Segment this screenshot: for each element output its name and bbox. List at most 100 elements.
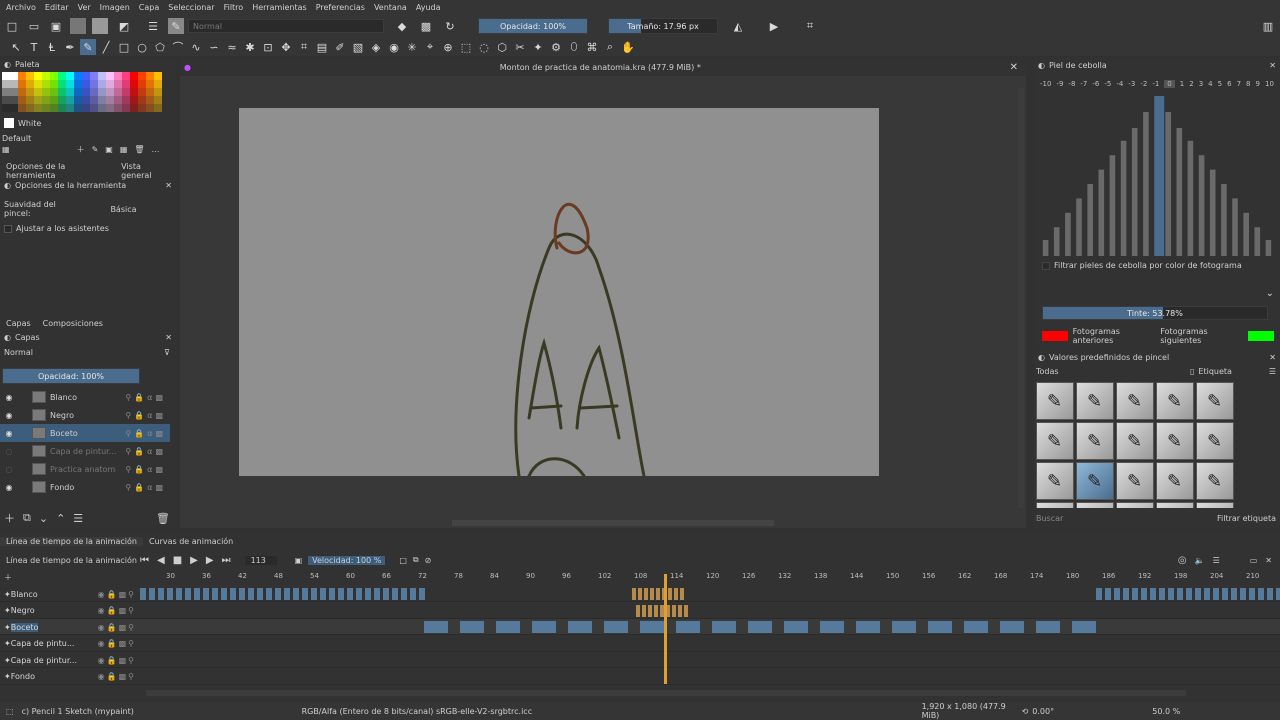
- palette-swatch[interactable]: [42, 96, 50, 104]
- brush-tool-icon[interactable]: ✎: [80, 39, 96, 55]
- palette-swatch[interactable]: [26, 96, 34, 104]
- reload-icon[interactable]: ↻: [442, 18, 458, 34]
- rotation-icon[interactable]: ⟲: [1022, 707, 1029, 716]
- patch-tool-icon[interactable]: ▧: [350, 39, 366, 55]
- visibility-eye-icon[interactable]: ◉: [0, 483, 18, 492]
- onion-opacity-bar[interactable]: [1154, 96, 1165, 256]
- crop-tool-icon[interactable]: ⌗: [296, 39, 312, 55]
- keyframe[interactable]: [678, 604, 682, 617]
- timeline-layer-row[interactable]: ✦ Negro ◉🔒▩⚲: [0, 603, 1280, 619]
- keyframe[interactable]: [1096, 588, 1102, 600]
- pin-icon[interactable]: ✦: [4, 656, 11, 665]
- brush-preset-tile[interactable]: ✎: [1036, 502, 1074, 508]
- vertical-scrollbar[interactable]: [1018, 88, 1024, 508]
- polygon-tool-icon[interactable]: ⬠: [152, 39, 168, 55]
- keyframe[interactable]: [1186, 588, 1192, 600]
- filter-tag-checkbox[interactable]: Filtrar etiqueta: [1217, 514, 1276, 523]
- brush-preset-tile[interactable]: ✎: [1116, 422, 1154, 460]
- drawing-canvas[interactable]: [239, 108, 879, 476]
- palette-swatch[interactable]: [2, 104, 10, 112]
- next-frames-color[interactable]: [1248, 331, 1275, 341]
- menu-item-8[interactable]: Preferencias: [316, 3, 365, 12]
- first-frame-icon[interactable]: ⏮: [140, 555, 149, 566]
- onion-frame-label[interactable]: 7: [1237, 80, 1241, 88]
- keyframe[interactable]: [410, 588, 416, 600]
- float-icon[interactable]: ▭: [1250, 556, 1258, 565]
- onion-skin-toggle-icon[interactable]: ◎: [1178, 555, 1187, 566]
- keyframe[interactable]: [149, 588, 155, 600]
- palette-swatch[interactable]: [50, 72, 58, 80]
- brush-preset-tile[interactable]: ✎: [1196, 422, 1234, 460]
- menu-item-6[interactable]: Filtro: [224, 3, 244, 12]
- onion-opacity-bar[interactable]: [1243, 212, 1249, 256]
- brush-filter-select[interactable]: Todas: [1036, 367, 1186, 376]
- palette-swatch[interactable]: [154, 72, 162, 80]
- palette-swatch[interactable]: [106, 104, 114, 112]
- brush-preset-tile[interactable]: ✎: [1116, 462, 1154, 500]
- keyframe[interactable]: [640, 621, 664, 633]
- keyframe[interactable]: [636, 604, 640, 617]
- close-icon[interactable]: ✕: [1265, 556, 1272, 565]
- palette-swatch[interactable]: [10, 96, 18, 104]
- keyframe[interactable]: [684, 604, 688, 617]
- brush-preset-tile[interactable]: ✎: [1076, 462, 1114, 500]
- keyframe[interactable]: [1240, 588, 1246, 600]
- visibility-eye-icon[interactable]: ◉: [0, 411, 18, 420]
- palette-swatch[interactable]: [154, 88, 162, 96]
- menu-item-0[interactable]: Archivo: [6, 3, 36, 12]
- palette-swatch[interactable]: [18, 80, 26, 88]
- eraser-icon[interactable]: ◆: [394, 18, 410, 34]
- multibrush-tool-icon[interactable]: ✱: [242, 39, 258, 55]
- keyframe[interactable]: [311, 588, 317, 600]
- palette-swatch[interactable]: [106, 80, 114, 88]
- keyframe[interactable]: [1267, 588, 1273, 600]
- keyframe[interactable]: [1258, 588, 1264, 600]
- palette-swatch[interactable]: [82, 96, 90, 104]
- menu-item-10[interactable]: Ayuda: [416, 3, 441, 12]
- duplicate-layer-icon[interactable]: ⧉: [23, 511, 31, 525]
- edit-swatch-icon[interactable]: ✎: [92, 145, 99, 154]
- keyframe[interactable]: [638, 588, 642, 600]
- palette-swatch[interactable]: [114, 88, 122, 96]
- filter-color-checkbox[interactable]: [1042, 261, 1050, 270]
- keyframe[interactable]: [1114, 588, 1120, 600]
- palette-swatch[interactable]: [74, 104, 82, 112]
- keyframe[interactable]: [654, 604, 658, 617]
- keyframe[interactable]: [158, 588, 164, 600]
- keyframe[interactable]: [604, 621, 628, 633]
- keyframe[interactable]: [293, 588, 299, 600]
- freehand-select-tool-icon[interactable]: ✂: [512, 39, 528, 55]
- audio-icon[interactable]: 🔈: [1195, 556, 1205, 565]
- palette-swatch[interactable]: [26, 80, 34, 88]
- keyframe[interactable]: [338, 588, 344, 600]
- palette-swatch[interactable]: [34, 88, 42, 96]
- layer-property-icons[interactable]: ⚲🔒α▩: [125, 393, 166, 402]
- speed-slider[interactable]: Velocidad: 100 %: [308, 555, 386, 565]
- menu-item-7[interactable]: Herramientas: [252, 3, 307, 12]
- timeline-layer-row[interactable]: ✦ Capa de pintur... ◉🔒▩⚲: [0, 652, 1280, 668]
- keyframe[interactable]: [674, 588, 678, 600]
- keyframe[interactable]: [680, 588, 684, 600]
- delete-swatch-icon[interactable]: 🗑: [134, 145, 144, 154]
- palette-swatch[interactable]: [138, 80, 146, 88]
- onion-frame-label[interactable]: -1: [1152, 80, 1159, 88]
- layer-row[interactable]: ◉ Boceto ⚲🔒α▩: [0, 424, 170, 442]
- keyframe[interactable]: [212, 588, 218, 600]
- onion-frame-label[interactable]: -2: [1140, 80, 1147, 88]
- magnetic-select-tool-icon[interactable]: ⌘: [584, 39, 600, 55]
- palette-swatch[interactable]: [34, 72, 42, 80]
- palette-swatch[interactable]: [26, 72, 34, 80]
- keyframe[interactable]: [928, 621, 952, 633]
- palette-swatch[interactable]: [154, 80, 162, 88]
- close-icon[interactable]: ✕: [1010, 62, 1018, 73]
- palette-swatch[interactable]: [50, 104, 58, 112]
- keyframe[interactable]: [1072, 621, 1096, 633]
- palette-swatch[interactable]: [130, 88, 138, 96]
- timeline-layer-icons[interactable]: ◉🔒▩⚲: [98, 672, 136, 681]
- palette-swatch[interactable]: [34, 96, 42, 104]
- keyframe[interactable]: [419, 588, 425, 600]
- tag-select[interactable]: Etiqueta: [1198, 367, 1232, 376]
- text-tool-icon[interactable]: T: [26, 39, 42, 55]
- palette-swatch[interactable]: [82, 72, 90, 80]
- keyframe[interactable]: [1276, 588, 1280, 600]
